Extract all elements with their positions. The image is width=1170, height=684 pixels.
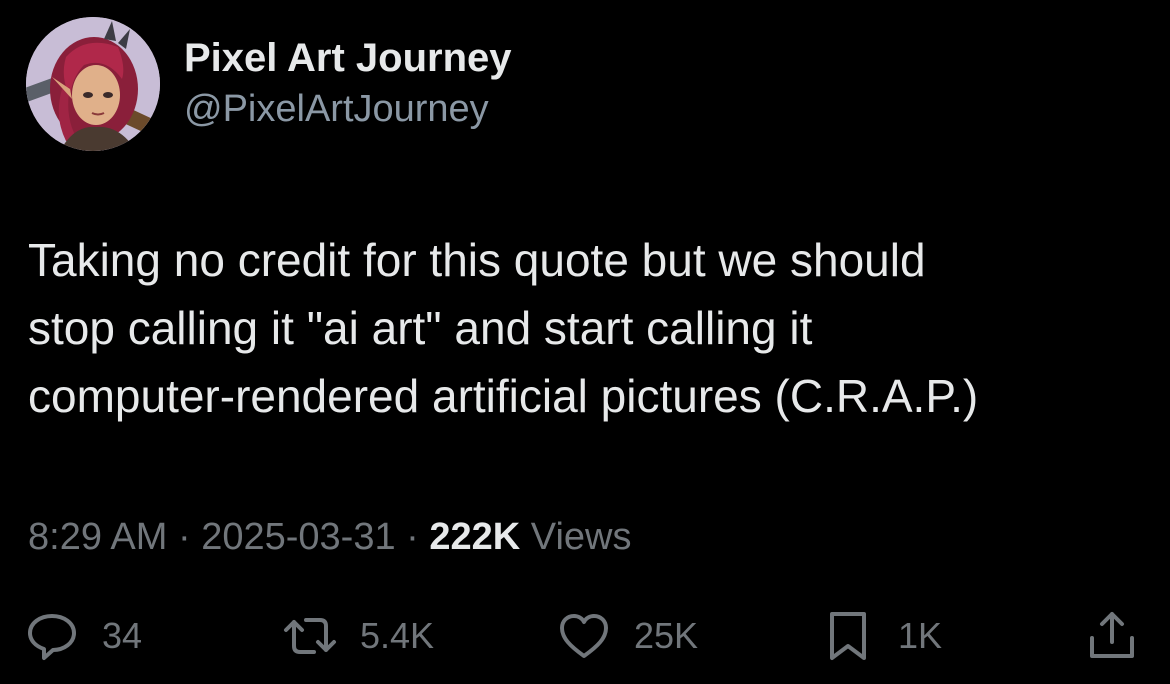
repost-button[interactable]: 5.4K [282, 608, 434, 664]
views-count: 222K [429, 516, 521, 558]
tweet-card: Pixel Art Journey @PixelArtJourney Takin… [0, 0, 1170, 684]
tweet-text: Taking no credit for this quote but we s… [28, 226, 1138, 430]
tweet-time[interactable]: 8:29 AM [28, 516, 167, 558]
bookmark-button[interactable]: 1K [820, 608, 942, 664]
share-button[interactable] [1084, 608, 1140, 664]
tweet-text-line: Taking no credit for this quote but we s… [28, 234, 926, 286]
repost-count: 5.4K [360, 615, 435, 656]
avatar[interactable] [26, 17, 160, 151]
bookmark-icon [830, 612, 866, 660]
tweet-date[interactable]: 2025-03-31 [201, 516, 395, 558]
display-name[interactable]: Pixel Art Journey [184, 34, 512, 82]
like-count: 25K [634, 615, 699, 656]
share-upload-icon [1090, 612, 1134, 658]
views-label: Views [530, 516, 632, 558]
action-bar: 34 5.4K 25K 1K [0, 600, 1170, 672]
meta-separator: · [406, 516, 419, 558]
tweet-text-line: stop calling it "ai art" and start calli… [28, 302, 813, 354]
repost-arrows-icon [284, 618, 336, 654]
speech-bubble-icon [28, 614, 76, 660]
like-button[interactable]: 25K [556, 608, 698, 664]
tweet-text-line: computer-rendered artificial pictures (C… [28, 370, 979, 422]
bookmark-count: 1K [898, 615, 943, 656]
reply-button[interactable]: 34 [24, 608, 142, 664]
reply-count: 34 [102, 615, 143, 656]
avatar-image [26, 17, 160, 151]
tweet-meta: 8:29 AM · 2025-03-31 · 222K Views [28, 512, 631, 562]
meta-separator: · [177, 516, 191, 558]
author-block: Pixel Art Journey @PixelArtJourney [184, 34, 512, 132]
user-handle[interactable]: @PixelArtJourney [184, 86, 512, 132]
heart-icon [560, 614, 608, 658]
